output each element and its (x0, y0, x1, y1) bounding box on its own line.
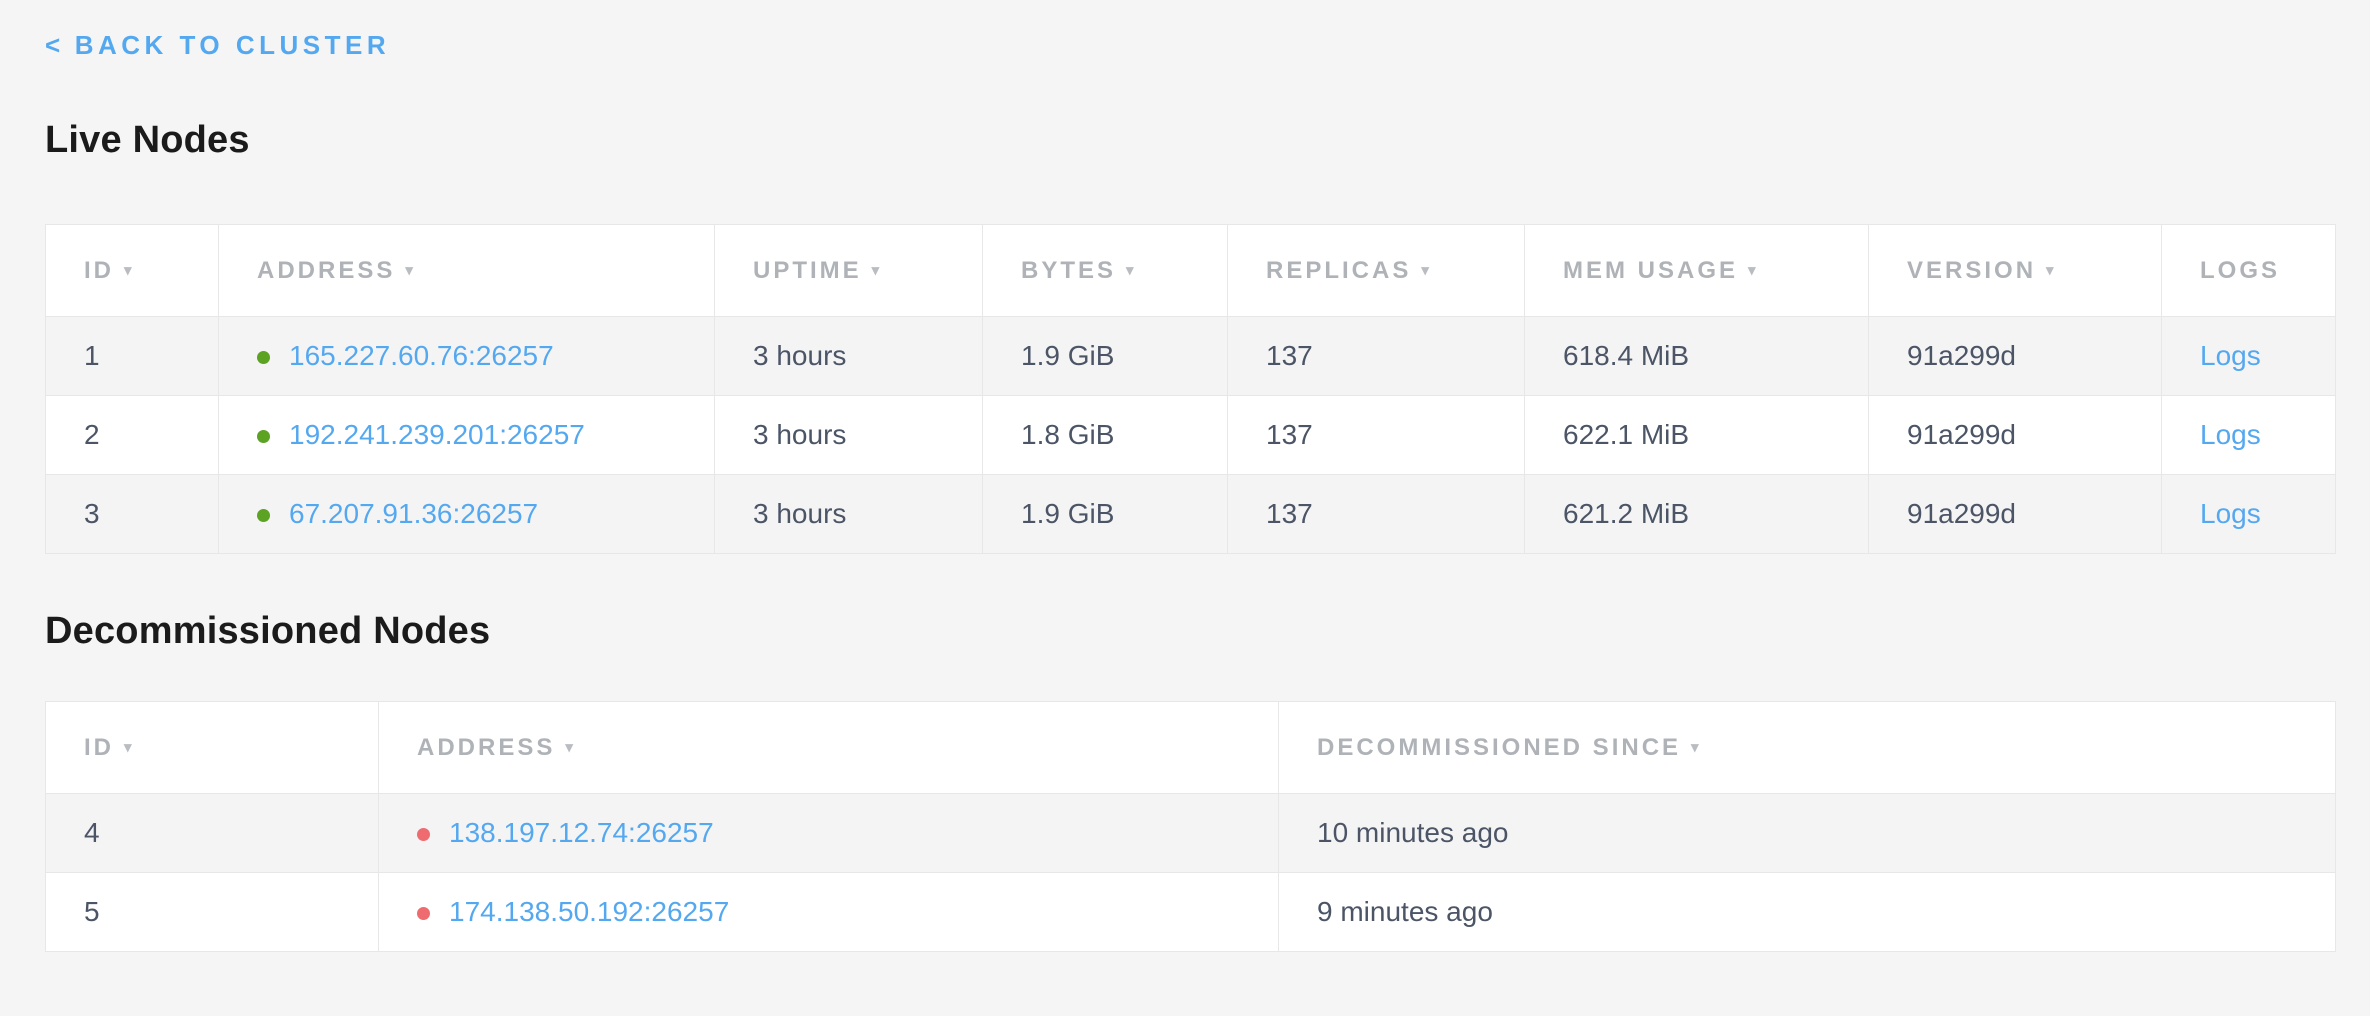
decommissioned-status-dot-icon (417, 828, 430, 841)
sort-arrow-icon: ▾ (405, 262, 416, 279)
column-label: ID (84, 257, 114, 284)
table-row: 3 67.207.91.36:26257 3 hours 1.9 GiB 137… (46, 475, 2336, 554)
node-address-cell: 192.241.239.201:26257 (219, 396, 715, 475)
node-logs-cell: Logs (2162, 475, 2336, 554)
node-mem-usage-cell: 621.2 MiB (1525, 475, 1869, 554)
node-address-link[interactable]: 174.138.50.192:26257 (449, 896, 729, 927)
sort-arrow-icon: ▾ (1691, 739, 1702, 756)
node-address-link[interactable]: 165.227.60.76:26257 (289, 340, 554, 371)
header-row: ID ▾ ADDRESS ▾ DECOMMISSIONED SINCE ▾ (46, 702, 2336, 794)
back-to-cluster-link[interactable]: < BACK TO CLUSTER (45, 30, 390, 61)
node-logs-link[interactable]: Logs (2200, 498, 2261, 529)
column-header-id[interactable]: ID ▾ (46, 225, 219, 317)
sort-arrow-icon: ▾ (124, 262, 135, 279)
sort-arrow-icon: ▾ (565, 739, 576, 756)
decommissioned-nodes-table: ID ▾ ADDRESS ▾ DECOMMISSIONED SINCE ▾ 4 138… (45, 701, 2336, 952)
sort-arrow-icon: ▾ (1421, 262, 1432, 279)
column-header-mem-usage[interactable]: MEM USAGE ▾ (1525, 225, 1869, 317)
column-header-uptime[interactable]: UPTIME ▾ (715, 225, 983, 317)
node-logs-link[interactable]: Logs (2200, 419, 2261, 450)
node-bytes-cell: 1.8 GiB (983, 396, 1228, 475)
table-row: 5 174.138.50.192:26257 9 minutes ago (46, 873, 2336, 952)
decommissioned-nodes-title: Decommissioned Nodes (45, 610, 2330, 653)
column-header-id[interactable]: ID ▾ (46, 702, 379, 794)
node-logs-cell: Logs (2162, 317, 2336, 396)
column-header-version[interactable]: VERSION ▾ (1869, 225, 2162, 317)
sort-arrow-icon: ▾ (1748, 262, 1759, 279)
node-address-link[interactable]: 138.197.12.74:26257 (449, 817, 714, 848)
node-id-cell: 5 (46, 873, 379, 952)
header-row: ID ▾ ADDRESS ▾ UPTIME ▾ BYTES ▾ REPLICAS ▾ ME… (46, 225, 2336, 317)
table-row: 4 138.197.12.74:26257 10 minutes ago (46, 794, 2336, 873)
column-header-bytes[interactable]: BYTES ▾ (983, 225, 1228, 317)
column-label: DECOMMISSIONED SINCE (1317, 734, 1681, 761)
node-id-cell: 4 (46, 794, 379, 873)
node-bytes-cell: 1.9 GiB (983, 317, 1228, 396)
node-bytes-cell: 1.9 GiB (983, 475, 1228, 554)
node-id-cell: 2 (46, 396, 219, 475)
back-link-label: BACK TO CLUSTER (75, 30, 390, 60)
node-id-cell: 3 (46, 475, 219, 554)
column-label: VERSION (1907, 257, 2036, 284)
node-mem-usage-cell: 618.4 MiB (1525, 317, 1869, 396)
table-row: 1 165.227.60.76:26257 3 hours 1.9 GiB 13… (46, 317, 2336, 396)
node-decommissioned-since-cell: 10 minutes ago (1279, 794, 2336, 873)
live-status-dot-icon (257, 509, 270, 522)
column-header-address[interactable]: ADDRESS ▾ (219, 225, 715, 317)
node-address-cell: 138.197.12.74:26257 (379, 794, 1279, 873)
node-version-cell: 91a299d (1869, 475, 2162, 554)
node-replicas-cell: 137 (1228, 396, 1525, 475)
decommissioned-status-dot-icon (417, 907, 430, 920)
column-label: ADDRESS (417, 734, 555, 761)
node-version-cell: 91a299d (1869, 317, 2162, 396)
node-address-link[interactable]: 67.207.91.36:26257 (289, 498, 538, 529)
column-label: BYTES (1021, 257, 1116, 284)
node-decommissioned-since-cell: 9 minutes ago (1279, 873, 2336, 952)
column-header-address[interactable]: ADDRESS ▾ (379, 702, 1279, 794)
live-status-dot-icon (257, 351, 270, 364)
column-header-decommissioned-since[interactable]: DECOMMISSIONED SINCE ▾ (1279, 702, 2336, 794)
node-replicas-cell: 137 (1228, 475, 1525, 554)
column-header-replicas[interactable]: REPLICAS ▾ (1228, 225, 1525, 317)
live-status-dot-icon (257, 430, 270, 443)
sort-arrow-icon: ▾ (872, 262, 883, 279)
node-address-cell: 67.207.91.36:26257 (219, 475, 715, 554)
column-label: ADDRESS (257, 257, 395, 284)
node-mem-usage-cell: 622.1 MiB (1525, 396, 1869, 475)
column-label: REPLICAS (1266, 257, 1411, 284)
column-label: UPTIME (753, 257, 862, 284)
sort-arrow-icon: ▾ (1126, 262, 1137, 279)
node-uptime-cell: 3 hours (715, 317, 983, 396)
column-label: ID (84, 734, 114, 761)
node-version-cell: 91a299d (1869, 396, 2162, 475)
node-address-cell: 174.138.50.192:26257 (379, 873, 1279, 952)
column-label: LOGS (2200, 257, 2280, 284)
sort-arrow-icon: ▾ (124, 739, 135, 756)
node-address-cell: 165.227.60.76:26257 (219, 317, 715, 396)
node-uptime-cell: 3 hours (715, 475, 983, 554)
table-row: 2 192.241.239.201:26257 3 hours 1.8 GiB … (46, 396, 2336, 475)
node-replicas-cell: 137 (1228, 317, 1525, 396)
column-label: MEM USAGE (1563, 257, 1738, 284)
node-id-cell: 1 (46, 317, 219, 396)
live-nodes-title: Live Nodes (45, 119, 2330, 162)
live-nodes-table: ID ▾ ADDRESS ▾ UPTIME ▾ BYTES ▾ REPLICAS ▾ ME… (45, 224, 2336, 554)
sort-arrow-icon: ▾ (2046, 262, 2057, 279)
node-address-link[interactable]: 192.241.239.201:26257 (289, 419, 585, 450)
column-header-logs: LOGS (2162, 225, 2336, 317)
node-uptime-cell: 3 hours (715, 396, 983, 475)
node-logs-cell: Logs (2162, 396, 2336, 475)
back-chevron-icon: < (45, 30, 65, 60)
node-logs-link[interactable]: Logs (2200, 340, 2261, 371)
